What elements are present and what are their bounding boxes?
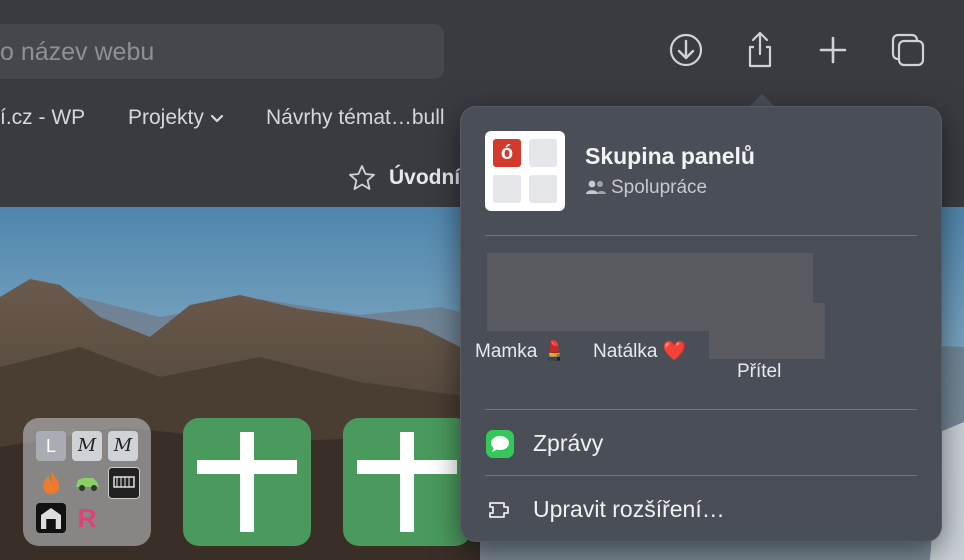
plus-icon [400, 432, 414, 532]
menu-item-label: Upravit rozšíření… [533, 496, 725, 522]
site-logo-icon: ó [493, 139, 521, 167]
messages-icon [485, 429, 515, 459]
divider [485, 409, 917, 410]
star-icon [349, 165, 375, 190]
contact-mamka[interactable]: Mamka 💄 [475, 339, 566, 363]
share-icon[interactable] [740, 30, 780, 70]
favorite-mini-icon: R [77, 503, 97, 533]
share-via-messages[interactable]: Zprávy [485, 421, 917, 465]
tab-group-thumbnail: ó [485, 131, 565, 211]
favorite-mini-icon: M [108, 431, 138, 461]
bookmark-item[interactable]: Návrhy témat…bull [266, 106, 445, 130]
car-icon [72, 467, 102, 497]
tab-label: Úvodní [389, 166, 461, 189]
people-icon [586, 180, 606, 194]
menu-item-label: Zprávy [533, 430, 604, 456]
redacted-area [487, 253, 813, 303]
bookmark-folder-projekty[interactable]: Projekty [128, 106, 224, 130]
add-favorite-tile[interactable] [183, 418, 311, 546]
film-icon [108, 467, 140, 499]
tab-overview-icon[interactable] [888, 30, 928, 70]
gate-icon [36, 503, 66, 533]
address-bar[interactable]: o název webu [0, 24, 444, 79]
divider [485, 475, 917, 476]
divider [485, 235, 917, 236]
chevron-down-icon [210, 106, 224, 130]
address-bar-placeholder: o název webu [0, 38, 155, 66]
share-popover: ó Skupina panelů Spolupráce Mamka 💄 Natá… [460, 106, 942, 542]
contact-natalka[interactable]: Natálka ❤️ [593, 339, 686, 363]
extensions-icon [485, 495, 515, 525]
favorite-mini-icon: M [72, 431, 102, 461]
bookmark-item[interactable]: í.cz - WP [0, 106, 85, 130]
flame-icon [36, 467, 66, 497]
redacted-area [487, 303, 825, 331]
new-tab-icon[interactable] [813, 30, 853, 70]
plus-icon [240, 432, 254, 532]
edit-extensions[interactable]: Upravit rozšíření… [485, 487, 917, 531]
collaboration-label: Spolupráce [585, 177, 707, 199]
add-favorite-tile[interactable] [343, 418, 471, 546]
download-icon[interactable] [666, 30, 706, 70]
tab-group-title: Skupina panelů [585, 143, 755, 169]
favorite-mini-icon: L [36, 431, 66, 461]
contact-pritel[interactable]: Přítel [737, 361, 781, 383]
redacted-area [709, 331, 825, 359]
favorites-folder-tile[interactable]: L M M R [23, 418, 151, 546]
